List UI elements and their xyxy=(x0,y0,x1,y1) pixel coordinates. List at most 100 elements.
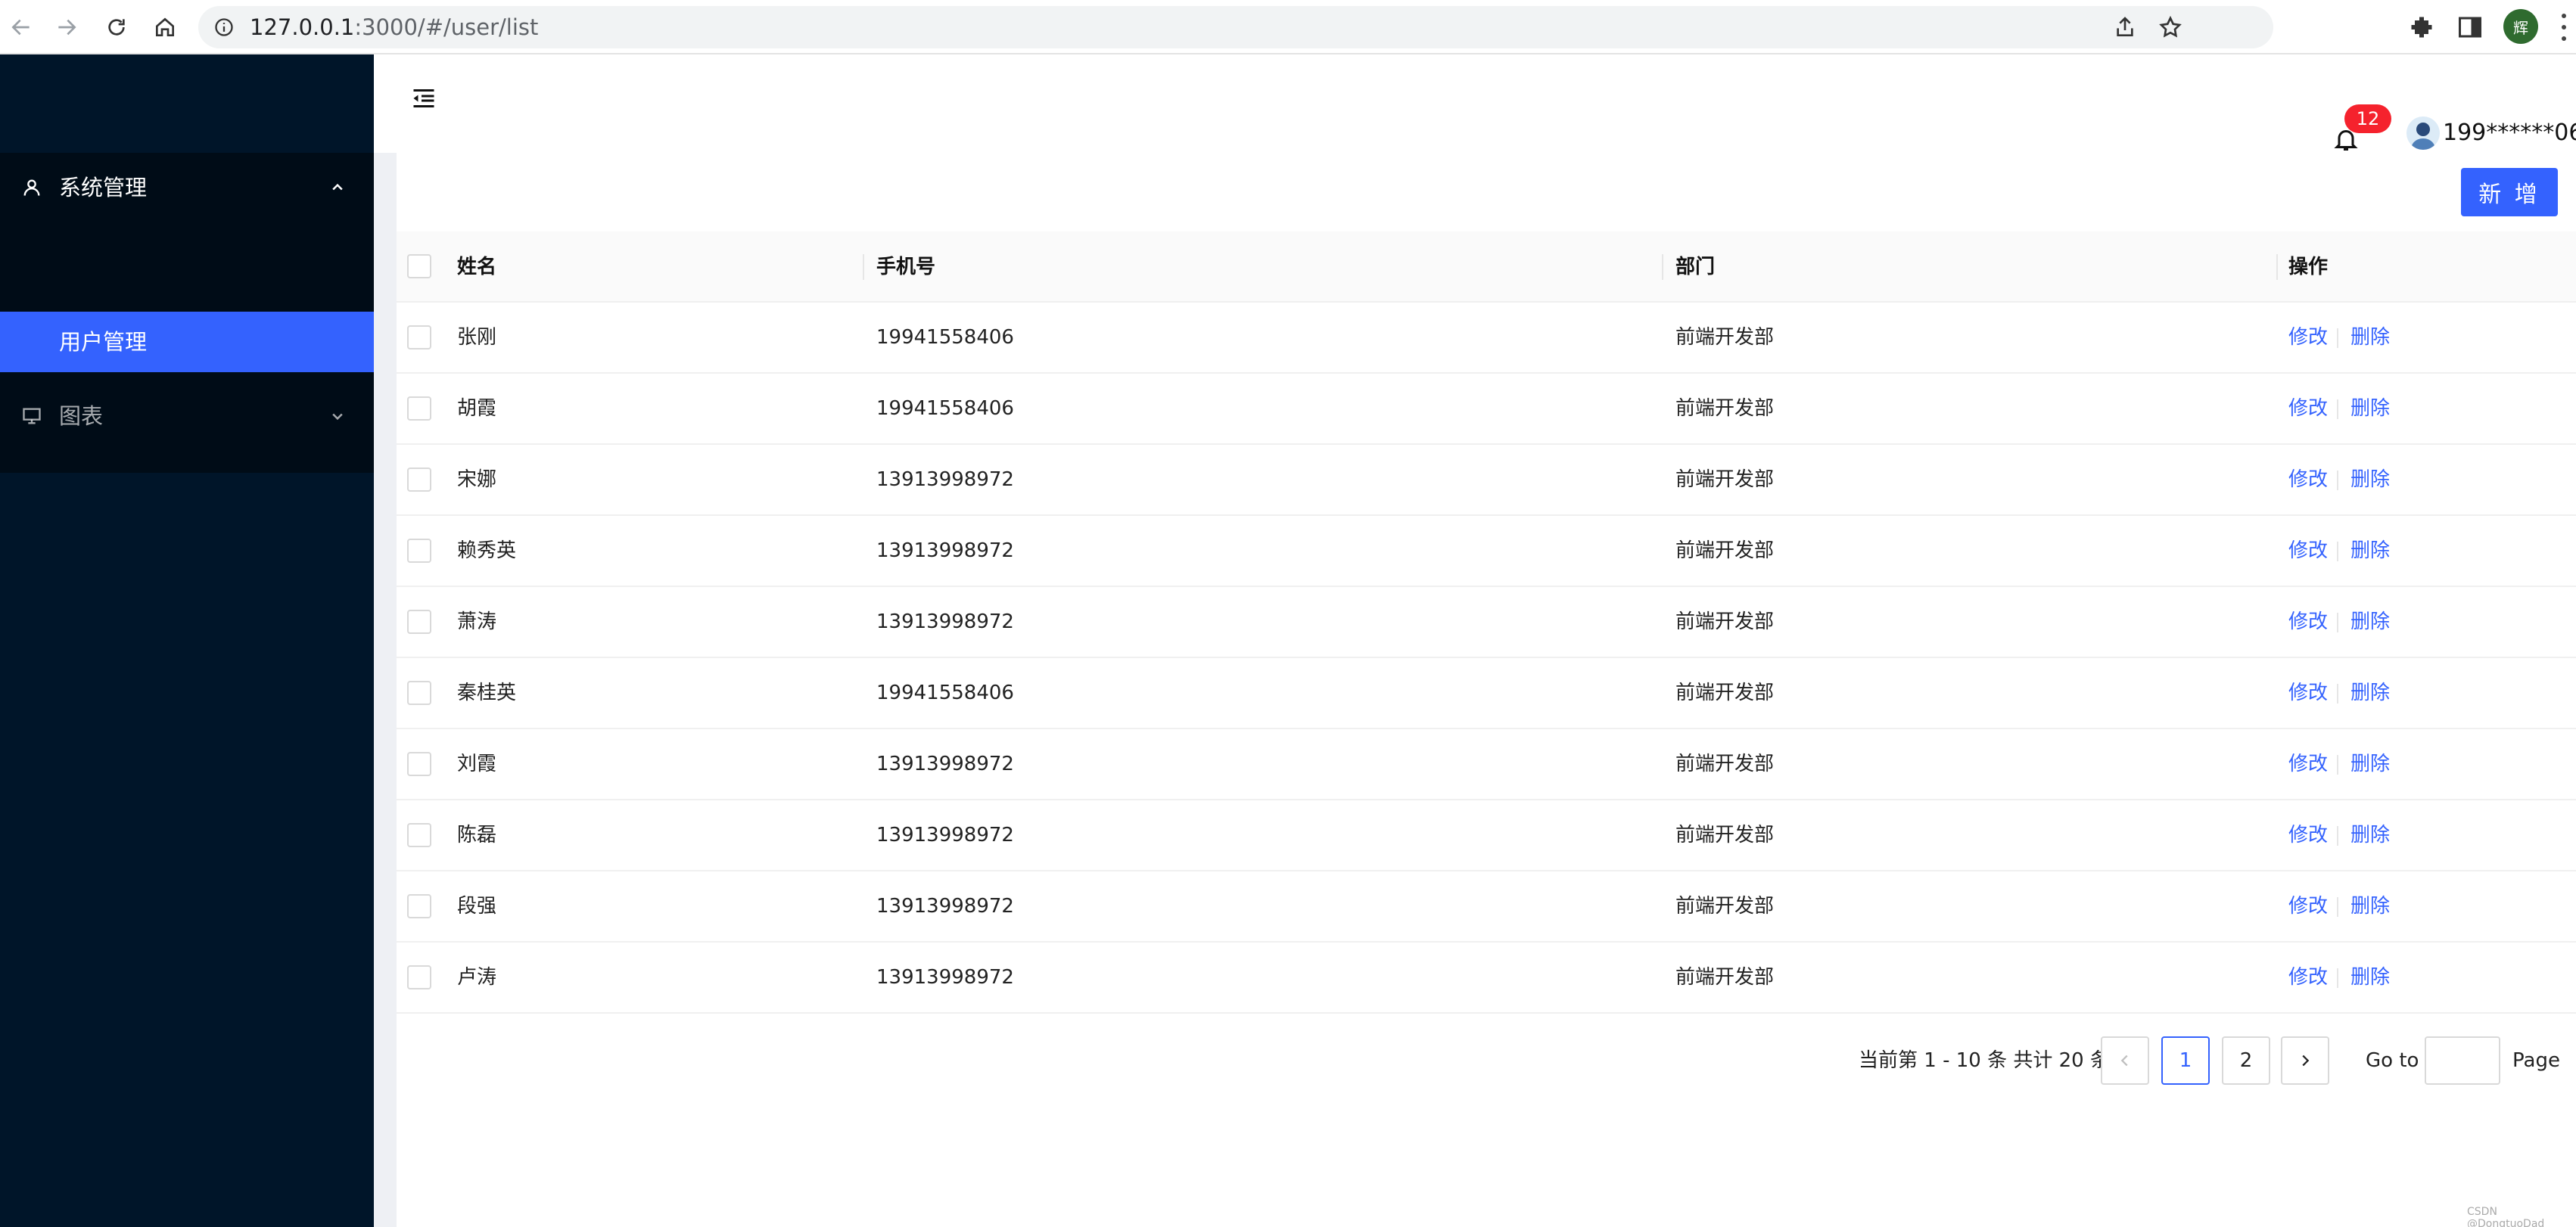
cell-name: 卢涛 xyxy=(457,966,497,989)
page-label: Page xyxy=(2512,1049,2560,1072)
browser-toolbar: 127.0.0.1:3000/#/user/list 辉 xyxy=(0,0,2576,54)
column-actions: 操作 xyxy=(2288,256,2329,278)
row-checkbox[interactable] xyxy=(407,468,431,492)
menu-charts[interactable]: 图表 xyxy=(0,381,374,451)
page-1-button[interactable]: 1 xyxy=(2161,1036,2210,1085)
row-checkbox[interactable] xyxy=(407,894,431,918)
info-icon[interactable] xyxy=(213,17,235,38)
menu-label: 用户管理 xyxy=(59,329,148,355)
arrow-right-icon xyxy=(58,19,76,36)
delete-link[interactable]: 删除 xyxy=(2350,871,2390,941)
notification-badge: 12 xyxy=(2344,104,2391,133)
edit-link[interactable]: 修改 xyxy=(2288,658,2328,728)
menu-system-management[interactable]: 系统管理 xyxy=(0,153,374,222)
delete-link[interactable]: 删除 xyxy=(2350,587,2390,657)
edit-link[interactable]: 修改 xyxy=(2288,800,2328,870)
table-row: 段强 13913998972 前端开发部 修改 删除 xyxy=(397,871,2576,943)
cell-department: 前端开发部 xyxy=(1675,539,1775,562)
action-divider xyxy=(2337,897,2338,917)
user-table: 姓名 手机号 部门 操作 张刚 19941558406 前端开发部 修改 删除 胡霞 199… xyxy=(397,231,2576,1014)
column-divider xyxy=(1662,254,1663,280)
menu-label: 系统管理 xyxy=(59,175,148,200)
table-row: 萧涛 13913998972 前端开发部 修改 删除 xyxy=(397,587,2576,658)
edit-link[interactable]: 修改 xyxy=(2288,445,2328,514)
column-divider xyxy=(2276,254,2278,280)
cell-phone: 13913998972 xyxy=(876,610,1014,633)
cell-phone: 13913998972 xyxy=(876,895,1014,918)
edit-link[interactable]: 修改 xyxy=(2288,516,2328,586)
cell-phone: 13913998972 xyxy=(876,468,1014,491)
action-divider xyxy=(2337,755,2338,775)
row-checkbox[interactable] xyxy=(407,610,431,634)
row-checkbox[interactable] xyxy=(407,539,431,563)
delete-link[interactable]: 删除 xyxy=(2350,445,2390,514)
delete-link[interactable]: 删除 xyxy=(2350,800,2390,870)
avatar-image xyxy=(2411,123,2435,150)
action-divider xyxy=(2337,613,2338,632)
edit-link[interactable]: 修改 xyxy=(2288,871,2328,941)
goto-page-input[interactable] xyxy=(2425,1036,2500,1085)
delete-link[interactable]: 删除 xyxy=(2350,516,2390,586)
browser-menu-icon[interactable] xyxy=(2558,14,2570,41)
page-2-button[interactable]: 2 xyxy=(2222,1036,2270,1085)
home-button[interactable] xyxy=(148,11,182,44)
row-checkbox[interactable] xyxy=(407,681,431,705)
edit-link[interactable]: 修改 xyxy=(2288,374,2328,443)
cell-name: 宋娜 xyxy=(457,468,497,491)
menu-user-management[interactable]: 用户管理 xyxy=(0,312,374,372)
row-checkbox[interactable] xyxy=(407,396,431,421)
table-row: 胡霞 19941558406 前端开发部 修改 删除 xyxy=(397,374,2576,445)
menu-fold-icon[interactable] xyxy=(409,85,439,112)
select-all-checkbox[interactable] xyxy=(407,254,431,278)
edit-link[interactable]: 修改 xyxy=(2288,943,2328,1012)
extensions-icon[interactable] xyxy=(2408,14,2435,41)
watermark: CSDN @DongtuoDad xyxy=(2467,1206,2545,1227)
delete-link[interactable]: 删除 xyxy=(2350,658,2390,728)
cell-name: 段强 xyxy=(457,895,497,918)
sidebar: 系统管理 用户管理 图表 xyxy=(0,54,374,1227)
cell-department: 前端开发部 xyxy=(1675,682,1775,704)
chevron-down-icon xyxy=(332,413,343,421)
cell-phone: 19941558406 xyxy=(876,397,1014,420)
sidebar-logo-area xyxy=(0,54,374,153)
add-user-button[interactable]: 新 增 xyxy=(2461,168,2558,216)
column-name: 姓名 xyxy=(457,256,497,278)
row-checkbox[interactable] xyxy=(407,823,431,847)
cell-department: 前端开发部 xyxy=(1675,895,1775,918)
star-icon[interactable] xyxy=(2158,15,2182,39)
side-panel-icon[interactable] xyxy=(2456,14,2484,41)
cell-phone: 19941558406 xyxy=(876,682,1014,704)
next-page-button[interactable] xyxy=(2281,1036,2329,1085)
table-header: 姓名 手机号 部门 操作 xyxy=(397,231,2576,303)
forward-button[interactable] xyxy=(50,11,83,44)
avatar[interactable] xyxy=(2406,116,2440,150)
row-checkbox[interactable] xyxy=(407,752,431,776)
delete-link[interactable]: 删除 xyxy=(2350,374,2390,443)
row-checkbox[interactable] xyxy=(407,965,431,989)
cell-department: 前端开发部 xyxy=(1675,610,1775,633)
table-body: 张刚 19941558406 前端开发部 修改 删除 胡霞 19941558406 前端开发部… xyxy=(397,303,2576,1014)
user-icon xyxy=(23,179,40,196)
back-button[interactable] xyxy=(5,11,38,44)
edit-link[interactable]: 修改 xyxy=(2288,729,2328,799)
delete-link[interactable]: 删除 xyxy=(2350,303,2390,372)
prev-page-button[interactable] xyxy=(2101,1036,2149,1085)
delete-link[interactable]: 删除 xyxy=(2350,729,2390,799)
cell-name: 秦桂英 xyxy=(457,682,517,704)
reload-button[interactable] xyxy=(100,11,133,44)
edit-link[interactable]: 修改 xyxy=(2288,303,2328,372)
address-bar[interactable]: 127.0.0.1:3000/#/user/list xyxy=(198,6,2273,48)
table-row: 刘霞 13913998972 前端开发部 修改 删除 xyxy=(397,729,2576,800)
action-divider xyxy=(2337,826,2338,846)
cell-department: 前端开发部 xyxy=(1675,468,1775,491)
table-row: 陈磊 13913998972 前端开发部 修改 删除 xyxy=(397,800,2576,871)
row-checkbox[interactable] xyxy=(407,325,431,349)
cell-phone: 13913998972 xyxy=(876,824,1014,846)
username[interactable]: 199******06 xyxy=(2443,116,2576,150)
profile-avatar[interactable]: 辉 xyxy=(2503,9,2538,44)
share-icon[interactable] xyxy=(2113,15,2137,39)
table-row: 赖秀英 13913998972 前端开发部 修改 删除 xyxy=(397,516,2576,587)
chevron-left-icon xyxy=(2120,1055,2128,1067)
delete-link[interactable]: 删除 xyxy=(2350,943,2390,1012)
edit-link[interactable]: 修改 xyxy=(2288,587,2328,657)
